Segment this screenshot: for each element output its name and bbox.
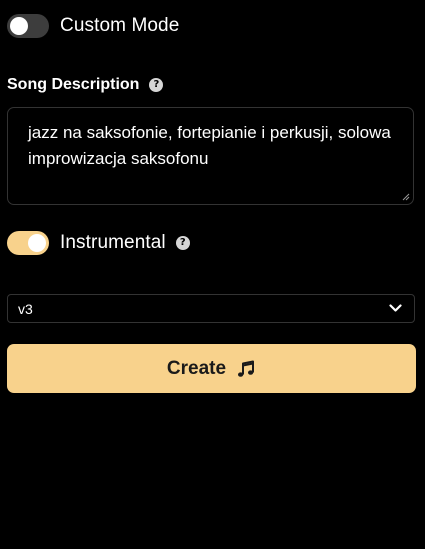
- question-circle-icon[interactable]: ?: [175, 236, 190, 250]
- resize-handle-icon[interactable]: [402, 193, 410, 201]
- custom-mode-label: Custom Mode: [60, 15, 180, 36]
- model-version-value: v3: [18, 300, 33, 317]
- custom-mode-toggle[interactable]: [7, 14, 49, 38]
- custom-mode-row: Custom Mode: [7, 13, 179, 39]
- instrumental-row: Instrumental ?: [7, 230, 190, 256]
- song-description-header: Song Description ?: [7, 74, 164, 96]
- create-button-label: Create: [166, 357, 227, 379]
- song-description-label: Song Description: [7, 76, 140, 93]
- song-description-value: jazz na saksofonie, fortepianie i perkus…: [28, 123, 391, 168]
- chevron-down-icon: [389, 304, 402, 312]
- toggle-knob: [28, 234, 46, 252]
- toggle-knob: [10, 17, 28, 35]
- question-circle-icon[interactable]: ?: [149, 78, 164, 92]
- song-description-textarea[interactable]: jazz na saksofonie, fortepianie i perkus…: [7, 107, 414, 205]
- create-button[interactable]: Create: [7, 344, 416, 393]
- model-version-select[interactable]: v3: [7, 294, 415, 323]
- music-note-icon: [238, 360, 255, 377]
- instrumental-toggle[interactable]: [7, 231, 49, 255]
- instrumental-label: Instrumental: [60, 232, 166, 253]
